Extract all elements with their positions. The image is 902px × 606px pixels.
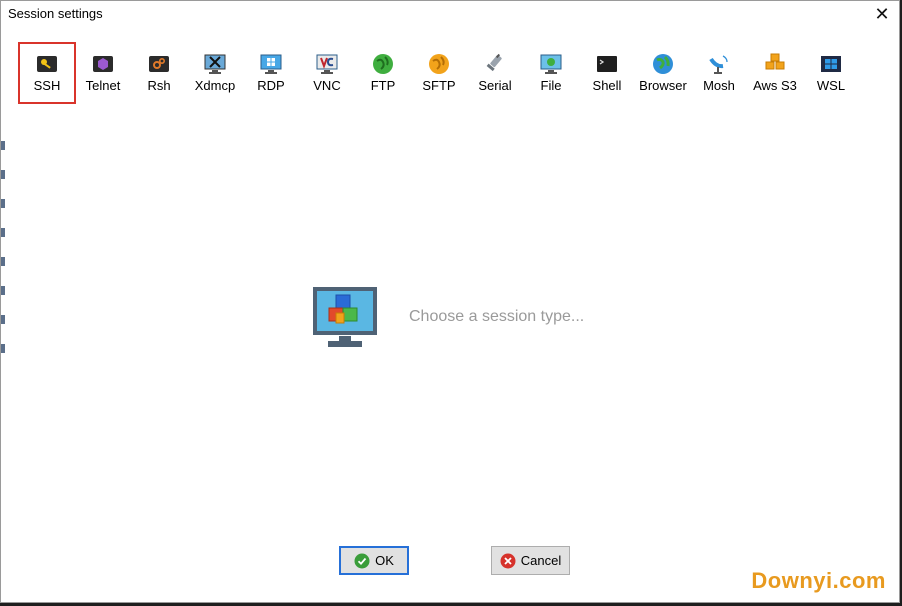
session-type-ftp[interactable]: FTP <box>355 43 411 103</box>
session-type-serial[interactable]: Serial <box>467 43 523 103</box>
mosh-antenna-icon <box>709 55 728 74</box>
wsl-windows-icon <box>821 56 841 72</box>
session-type-label: SFTP <box>422 78 456 93</box>
session-type-label: Xdmcp <box>194 78 236 93</box>
session-type-label: WSL <box>816 78 846 93</box>
cancel-circle-icon <box>500 553 516 568</box>
session-type-label: Browser <box>639 78 687 93</box>
session-type-vnc[interactable]: VNC <box>299 43 355 103</box>
session-type-label: RDP <box>257 78 285 93</box>
session-type-label: Aws S3 <box>753 78 797 93</box>
close-icon[interactable]: ✕ <box>871 3 893 25</box>
vnc-icon <box>316 54 338 74</box>
session-type-label: Telnet <box>85 78 121 93</box>
serial-plug-icon <box>486 53 502 72</box>
session-type-label: VNC <box>313 78 341 93</box>
session-type-label: FTP <box>370 78 396 93</box>
session-type-label: Mosh <box>703 78 735 93</box>
background-window-sliver <box>1 141 5 391</box>
session-type-file[interactable]: File <box>523 43 579 103</box>
browser-globe-icon <box>653 54 673 74</box>
session-type-label: SSH <box>33 78 61 93</box>
check-circle-icon <box>354 553 370 568</box>
ok-button[interactable]: OK <box>339 546 409 575</box>
session-type-telnet[interactable]: Telnet <box>75 43 131 103</box>
window-title: Session settings <box>8 6 103 21</box>
cancel-button[interactable]: Cancel <box>491 546 570 575</box>
session-type-label: Rsh <box>147 78 171 93</box>
session-type-ssh[interactable]: SSH <box>18 42 76 104</box>
title-bar: Session settings ✕ <box>1 1 899 28</box>
session-type-shell[interactable]: Shell <box>579 43 635 103</box>
session-settings-dialog: Session settings ✕ SSH Telnet Rsh Xdmcp … <box>0 0 900 603</box>
telnet-icon <box>93 56 113 72</box>
choose-session-hint: Choose a session type... <box>409 308 585 325</box>
rsh-icon <box>149 56 169 72</box>
session-type-label: Shell <box>592 78 622 93</box>
session-type-xdmcp[interactable]: Xdmcp <box>187 43 243 103</box>
session-type-mosh[interactable]: Mosh <box>691 43 747 103</box>
ftp-globe-icon <box>373 54 393 74</box>
session-type-rdp[interactable]: RDP <box>243 43 299 103</box>
session-type-sftp[interactable]: SFTP <box>411 43 467 103</box>
session-type-toolbar: SSH Telnet Rsh Xdmcp RDP VNC FTP SFTP Se… <box>18 42 869 104</box>
shell-terminal-icon <box>597 56 617 72</box>
aws-s3-cubes-icon <box>765 53 785 70</box>
session-type-aws-s3[interactable]: Aws S3 <box>747 43 803 103</box>
session-type-label: File <box>540 78 562 93</box>
session-type-wsl[interactable]: WSL <box>803 43 859 103</box>
ok-button-label: OK <box>375 553 394 568</box>
watermark: Downyi.com <box>751 568 886 593</box>
key-icon <box>37 56 57 72</box>
session-cubes-monitor-icon <box>313 287 377 347</box>
xdmcp-icon <box>204 54 226 74</box>
session-type-browser[interactable]: Browser <box>635 43 691 103</box>
rdp-icon <box>260 54 282 74</box>
cancel-button-label: Cancel <box>520 553 562 568</box>
session-type-rsh[interactable]: Rsh <box>131 43 187 103</box>
file-monitor-icon <box>540 54 562 74</box>
session-type-label: Serial <box>478 78 512 93</box>
sftp-globe-icon <box>429 54 449 74</box>
